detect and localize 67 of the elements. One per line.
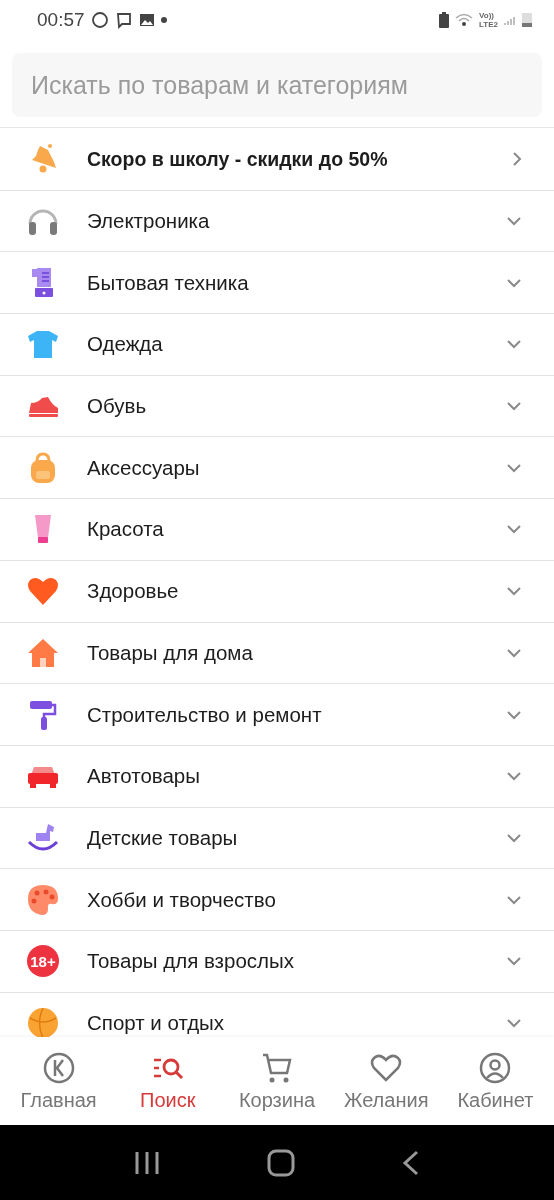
logo-icon xyxy=(41,1050,76,1085)
network-label: LTE2 xyxy=(479,20,498,29)
category-label: Товары для взрослых xyxy=(87,949,295,974)
chevron-down-icon xyxy=(506,709,522,720)
chevron-down-icon xyxy=(506,339,522,350)
category-label: Здоровье xyxy=(87,579,180,604)
chevron-down-icon xyxy=(506,277,522,288)
home-icon[interactable] xyxy=(267,1148,295,1177)
category-label: Красота xyxy=(87,517,165,542)
category-label: Скоро в школу - скидки до 50% xyxy=(87,147,389,171)
nav-tab[interactable]: Главная xyxy=(4,1037,114,1125)
back-icon[interactable] xyxy=(401,1149,421,1176)
category-label: Товары для дома xyxy=(87,640,254,665)
category-item[interactable]: Бытовая техника xyxy=(0,252,554,315)
category-label: Электроника xyxy=(87,209,211,234)
chevron-down-icon xyxy=(506,894,522,905)
ball-icon xyxy=(26,1005,60,1037)
palette-icon xyxy=(26,882,60,917)
nav-tab[interactable]: Кабинет xyxy=(440,1037,550,1125)
category-item[interactable]: Хобби и творчество xyxy=(0,869,554,931)
category-label: Обувь xyxy=(87,394,148,419)
category-item[interactable]: Здоровье xyxy=(0,560,554,623)
chevron-down-icon xyxy=(506,216,522,227)
category-label: Одежда xyxy=(87,332,164,357)
category-label: Бытовая техника xyxy=(87,270,250,295)
category-item[interactable]: Электроника xyxy=(0,190,554,253)
profile-icon xyxy=(478,1050,513,1085)
wifi-icon xyxy=(455,13,474,27)
chevron-down-icon xyxy=(506,771,522,782)
category-item[interactable]: Строительство и ремонт xyxy=(0,684,554,746)
chevron-down-icon xyxy=(506,1017,522,1028)
category-label: Автотовары xyxy=(87,764,201,789)
status-time: 00:57 xyxy=(37,9,85,31)
category-item[interactable]: Детские товары xyxy=(0,807,554,870)
chevron-right-icon xyxy=(512,151,522,168)
category-label: Хобби и творчество xyxy=(87,887,277,912)
chevron-down-icon xyxy=(506,832,522,843)
search-field[interactable]: Искать по товарам и категориям xyxy=(12,53,542,117)
nav-tab[interactable]: Корзина xyxy=(222,1037,332,1125)
battery-icon xyxy=(522,13,532,27)
chevron-down-icon xyxy=(506,462,522,473)
chevron-down-icon xyxy=(506,401,522,412)
category-item[interactable]: Автотовары xyxy=(0,745,554,808)
category-item[interactable]: Одежда xyxy=(0,314,554,376)
category-item[interactable]: Скоро в школу - скидки до 50% xyxy=(0,129,554,191)
category-label: Спорт и отдых xyxy=(87,1010,226,1035)
nav-tab[interactable]: Желания xyxy=(331,1037,441,1125)
category-item[interactable]: Товары для дома xyxy=(0,622,554,685)
battery-saver-icon xyxy=(439,12,450,28)
chevron-down-icon xyxy=(506,956,522,967)
chevron-down-icon xyxy=(506,647,522,658)
chevron-down-icon xyxy=(506,586,522,597)
category-label: Аксессуары xyxy=(87,455,201,480)
network-label: Vo)) xyxy=(479,11,495,20)
nav-tab[interactable]: Поиск xyxy=(113,1037,223,1125)
category-label: Строительство и ремонт xyxy=(87,702,323,727)
category-item[interactable]: Обувь xyxy=(0,375,554,438)
category-label: Детские товары xyxy=(87,825,239,850)
signal-icon xyxy=(504,15,516,25)
category-item[interactable]: 18+ Товары для взрослых xyxy=(0,930,554,993)
image-icon xyxy=(138,12,155,28)
category-item[interactable]: Красота xyxy=(0,499,554,561)
recent-apps-icon[interactable] xyxy=(133,1149,161,1176)
adult-badge-icon: 18+ xyxy=(27,945,59,978)
chevron-down-icon xyxy=(506,524,522,535)
category-item[interactable]: Аксессуары xyxy=(0,437,554,500)
dot-icon xyxy=(160,17,167,23)
